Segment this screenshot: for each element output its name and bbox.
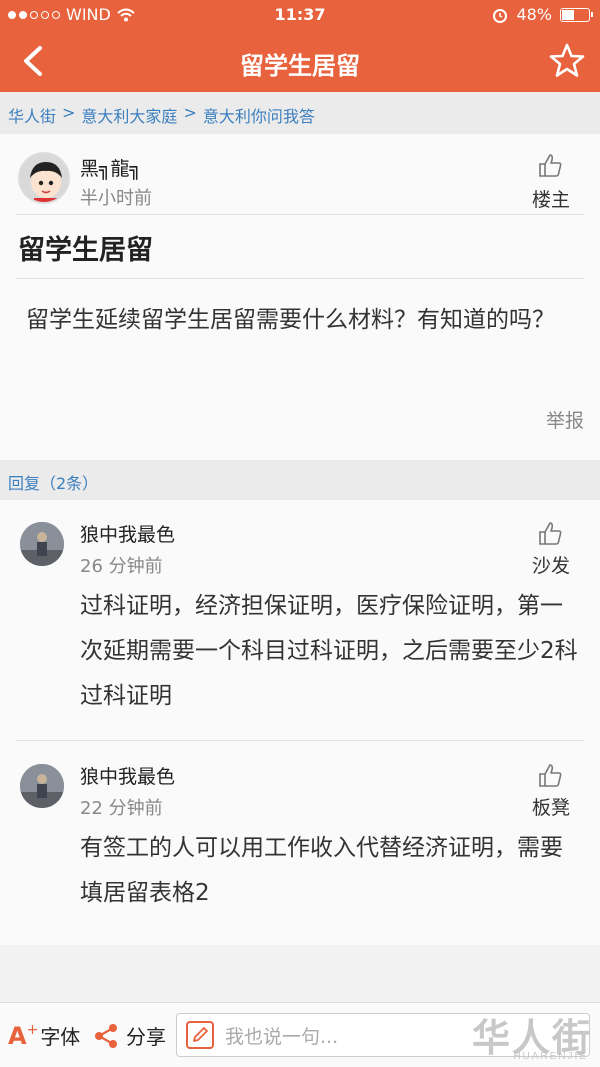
status-bar: WIND 11:37 48% [0,0,600,30]
font-size-label: 字体 [40,1025,81,1049]
floor-label: 板凳 [531,797,570,819]
edit-pencil-icon [186,1021,214,1049]
cartoon-avatar-icon [20,154,68,202]
breadcrumb: 华人街 > 意大利大家庭 > 意大利你问我答 [0,92,600,134]
share-button[interactable]: 分享 [94,1021,166,1050]
reply-time: 22 分钟前 [80,798,163,819]
breadcrumb-separator: > [183,103,197,122]
share-icon [95,1023,117,1048]
floor-label: 沙发 [531,555,570,577]
alarm-clock-icon [493,8,508,23]
breadcrumb-item-board[interactable]: 意大利你问我答 [203,103,315,126]
reply-author[interactable]: 狼中我最色 [80,762,175,789]
photo-avatar-icon [20,522,64,566]
post-body: 留学生延续留学生居留需要什么材料？有知道的吗？ [26,307,555,333]
favorite-star-icon[interactable] [548,42,586,80]
reply-avatar[interactable] [20,764,64,808]
page-title: 留学生居留 [240,52,360,80]
bottom-toolbar: A + 字体 分享 我也说一句... 华人街 HUARENJIE [0,1002,600,1067]
author-name[interactable]: 黑╗龍╗ [80,154,141,181]
breadcrumb-separator: > [62,103,76,122]
comment-placeholder: 我也说一句... [225,1025,339,1048]
main-post: 黑╗龍╗ 半小时前 楼主 留学生居留 留学生延续留学生居留需要什么材料？有知道的… [0,134,600,460]
thumbs-up-icon [539,522,562,545]
huarenjie-watermark-logo: 华人街 HUARENJIE [471,1015,592,1062]
font-size-button[interactable]: A + 字体 [8,1021,80,1050]
breadcrumb-item-home[interactable]: 华人街 [8,103,56,126]
reply-text: 有签工的人可以用工作收入代替经济证明，需要填居留表格2 [80,835,563,906]
battery-icon [560,7,593,22]
reply-text: 过科证明，经济担保证明，医疗保险证明，第一次延期需要一个科目过科证明，之后需要至… [80,593,578,709]
replies-count-header: 回复（2条） [0,460,600,500]
report-link[interactable]: 举报 [546,406,584,433]
battery-percent: 48% [516,5,552,24]
post-title: 留学生居留 [18,235,153,266]
reply-author[interactable]: 狼中我最色 [80,520,175,547]
photo-avatar-icon [20,764,64,808]
thumbs-up-icon [539,154,562,177]
like-button[interactable] [530,152,570,178]
divider [16,214,584,215]
reply-list: 狼中我最色 26 分钟前 沙发 过科证明，经济担保证明，医疗保险证明，第一次延期… [0,500,600,945]
thumbs-up-icon [539,764,562,787]
font-size-icon: A [8,1022,27,1050]
like-button[interactable] [530,762,570,788]
nav-bar: 留学生居留 [0,30,600,92]
floor-label: 楼主 [531,189,570,211]
post-time: 半小时前 [80,188,152,209]
reply-time: 26 分钟前 [80,556,163,577]
divider [16,278,584,279]
author-avatar[interactable] [18,152,70,204]
share-label: 分享 [126,1025,166,1049]
reply-avatar[interactable] [20,522,64,566]
like-button[interactable] [530,520,570,546]
divider [16,740,584,741]
breadcrumb-item-forum[interactable]: 意大利大家庭 [81,103,177,126]
